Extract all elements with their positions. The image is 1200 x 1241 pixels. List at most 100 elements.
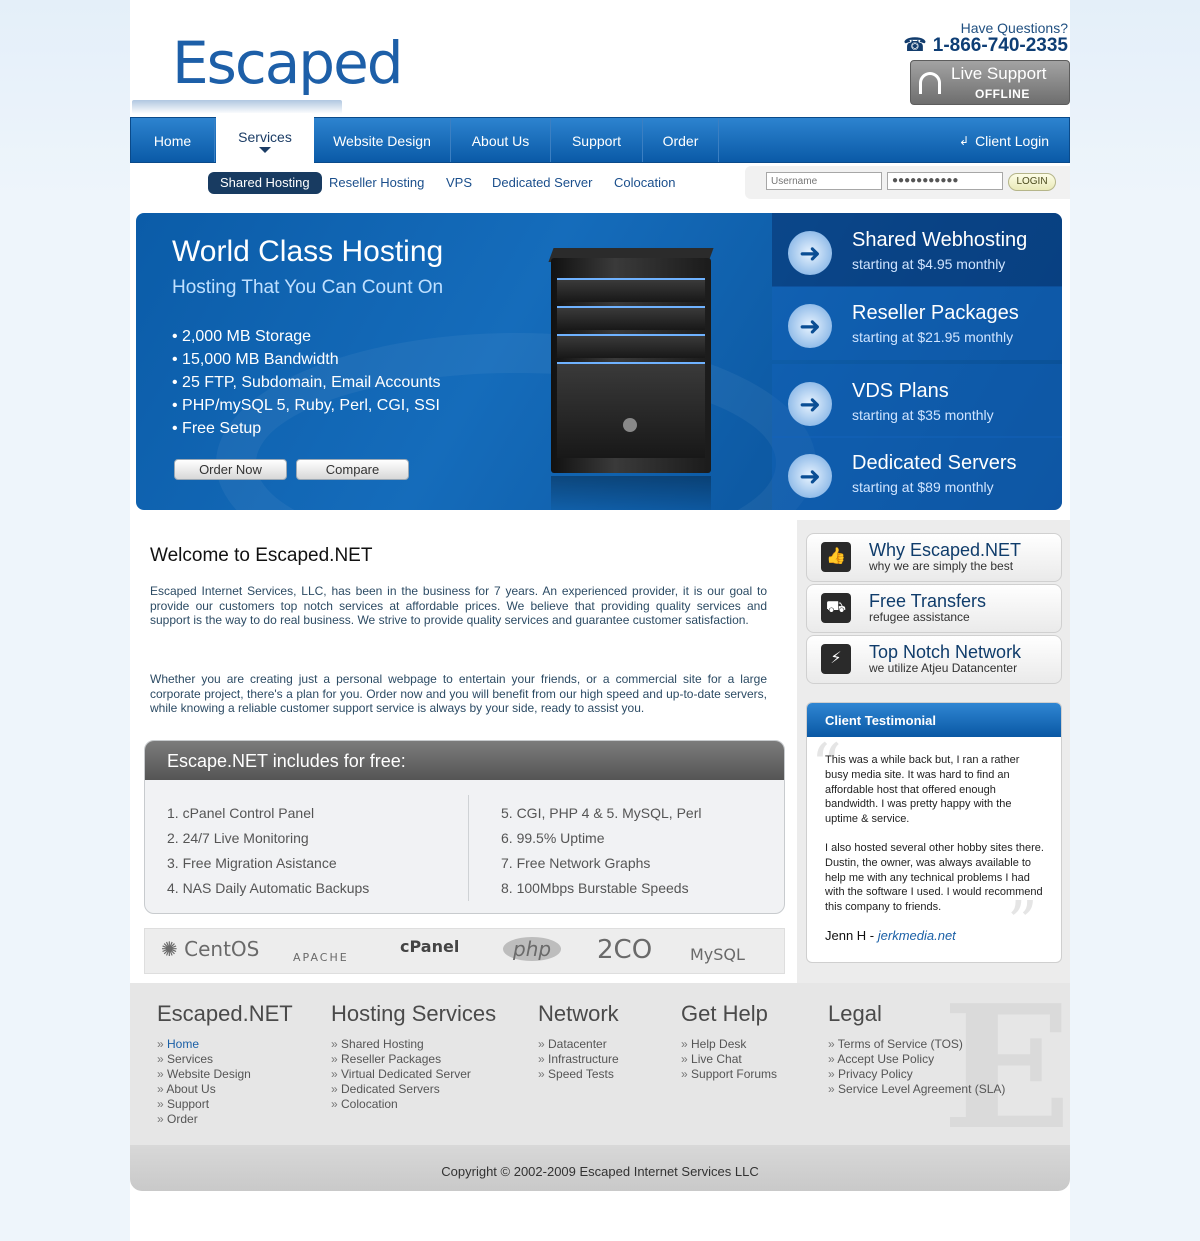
footer-link[interactable]: Reseller Packages [331,1052,496,1067]
subnav-reseller-hosting[interactable]: Reseller Hosting [317,172,436,194]
hero-subtitle: Hosting That You Can Count On [172,277,444,298]
footer-link[interactable]: Infrastructure [538,1052,619,1067]
subnav-dedicated-server[interactable]: Dedicated Server [480,172,604,194]
live-support-title: Live Support [951,64,1047,83]
subnav-shared-hosting[interactable]: Shared Hosting [208,172,322,194]
feature-title: Why Escaped.NET [869,540,1022,560]
footer-column-title: Network [538,1001,619,1026]
top-notch-network-feature[interactable]: ⚡ Top Notch Network we utilize Atjeu Dat… [806,635,1062,684]
order-now-button[interactable]: Order Now [174,459,287,480]
footer-column-title: Escaped.NET [157,1001,293,1026]
server-body [551,258,711,473]
logo-text: Escaped [172,29,404,97]
hero-feature: Free Setup [172,417,441,440]
footer-link[interactable]: Help Desk [681,1037,777,1052]
free-feature: 6. 99.5% Uptime [501,830,605,846]
client-testimonial: Client Testimonial “ This was a while ba… [806,702,1062,963]
plan-vds[interactable]: ➜ VDS Plans starting at $35 monthly [772,364,1062,438]
nav-home[interactable]: Home [131,118,215,162]
subnav-vps[interactable]: VPS [434,172,484,194]
testimonial-author-name: Jenn H - [825,928,878,943]
footer-link[interactable]: Accept Use Policy [828,1052,1005,1067]
login-button[interactable]: LOGIN [1008,173,1056,191]
testimonial-author-link[interactable]: jerkmedia.net [878,928,956,943]
feature-title: Free Transfers [869,591,987,611]
footer-link[interactable]: Datacenter [538,1037,619,1052]
php-logo: php [503,937,562,961]
free-feature: 4. NAS Daily Automatic Backups [167,880,370,896]
hero-banner: World Class Hosting Hosting That You Can… [136,213,1062,510]
plan-dedicated-servers[interactable]: ➜ Dedicated Servers starting at $89 mont… [772,436,1062,510]
nav-order[interactable]: Order [643,118,719,162]
plan-price: starting at $89 monthly [852,479,994,495]
username-input[interactable] [766,172,882,190]
server-bay [557,278,705,302]
lightning-icon: ⚡ [821,644,851,674]
truck-icon: ⛟ [821,593,851,623]
nav-support[interactable]: Support [551,118,643,162]
plan-shared-webhosting[interactable]: ➜ Shared Webhosting starting at $4.95 mo… [772,213,1062,287]
server-image [548,248,714,510]
why-escaped-feature[interactable]: 👍 Why Escaped.NET why we are simply the … [806,533,1062,582]
site-logo[interactable]: Escaped [132,28,404,114]
footer-link[interactable]: Shared Hosting [331,1037,496,1052]
footer-link[interactable]: Service Level Agreement (SLA) [828,1082,1005,1097]
footer-link[interactable]: Support Forums [681,1067,777,1082]
footer-column-escaped: Escaped.NET Home Services Website Design… [157,1001,293,1127]
compare-button[interactable]: Compare [296,459,409,480]
client-login-link[interactable]: ↲ Client Login [959,118,1049,164]
testimonial-title: Client Testimonial [825,713,936,728]
hero-feature: 2,000 MB Storage [172,325,441,348]
arrow-starburst-icon: ➜ [788,231,832,275]
password-input[interactable]: ●●●●●●●●●●● [887,172,1003,190]
footer-link[interactable]: Services [157,1052,293,1067]
nav-about-us[interactable]: About Us [451,118,551,162]
hp-logo-icon [623,418,637,432]
footer-column-title: Get Help [681,1001,768,1026]
footer-link[interactable]: Live Chat [681,1052,777,1067]
nav-services[interactable]: Services [216,113,314,164]
hero-feature: 25 FTP, Subdomain, Email Accounts [172,371,441,394]
live-support-button[interactable]: Live Support OFFLINE [910,60,1070,105]
login-arrow-icon: ↲ [959,134,970,148]
intro-paragraph: Escaped Internet Services, LLC, has been… [150,584,767,628]
plans-panel: ➜ Shared Webhosting starting at $4.95 mo… [772,213,1062,510]
footer-link[interactable]: Support [157,1097,293,1112]
free-feature: 2. 24/7 Live Monitoring [167,830,309,846]
footer-link[interactable]: Website Design [157,1067,293,1082]
footer-link[interactable]: Colocation [331,1097,496,1112]
plan-price: starting at $21.95 monthly [852,329,1014,345]
footer-link[interactable]: Speed Tests [538,1067,619,1082]
nav-services-label: Services [238,129,292,145]
plan-title: Reseller Packages [852,302,1019,324]
plan-price: starting at $4.95 monthly [852,256,1006,272]
free-feature: 3. Free Migration Asistance [167,855,337,871]
free-features-box: Escape.NET includes for free: 1. cPanel … [144,740,785,914]
nav-website-design[interactable]: Website Design [314,118,451,162]
technology-logos: ✺ CentOS APACHE cPanel php 2CO MySQL [144,928,785,974]
footer-column-hosting: Hosting Services Shared Hosting Reseller… [331,1001,496,1112]
footer-link[interactable]: Order [157,1112,293,1127]
hero-title: World Class Hosting [172,235,444,268]
footer-link[interactable]: Terms of Service (TOS) [828,1037,1005,1052]
free-feature: 1. cPanel Control Panel [167,805,315,821]
plan-title: Dedicated Servers [852,452,1017,474]
subnav-colocation[interactable]: Colocation [602,172,687,194]
close-quote-icon: ” [1007,889,1038,959]
free-transfers-feature[interactable]: ⛟ Free Transfers refugee assistance [806,584,1062,633]
footer-link[interactable]: Virtual Dedicated Server [331,1067,496,1082]
plan-reseller-packages[interactable]: ➜ Reseller Packages starting at $21.95 m… [772,286,1062,360]
footer-link-home[interactable]: Home [157,1037,293,1052]
feature-title: Top Notch Network [869,642,1022,662]
footer-link[interactable]: Dedicated Servers [331,1082,496,1097]
phone-icon: ☎ [903,35,927,56]
free-features-list-right: 5. CGI, PHP 4 & 5. MySQL, Perl 6. 99.5% … [501,801,701,901]
live-support-status: OFFLINE [975,87,1030,101]
footer-link[interactable]: About Us [157,1082,293,1097]
footer-link[interactable]: Privacy Policy [828,1067,1005,1082]
headset-icon [919,72,941,94]
main-nav: Home Services Website Design About Us Su… [130,113,1070,164]
free-features-header: Escape.NET includes for free: [145,741,784,780]
hero-feature: PHP/mySQL 5, Ruby, Perl, CGI, SSI [172,394,441,417]
footer-column-help: Get Help Help Desk Live Chat Support For… [681,1001,777,1082]
